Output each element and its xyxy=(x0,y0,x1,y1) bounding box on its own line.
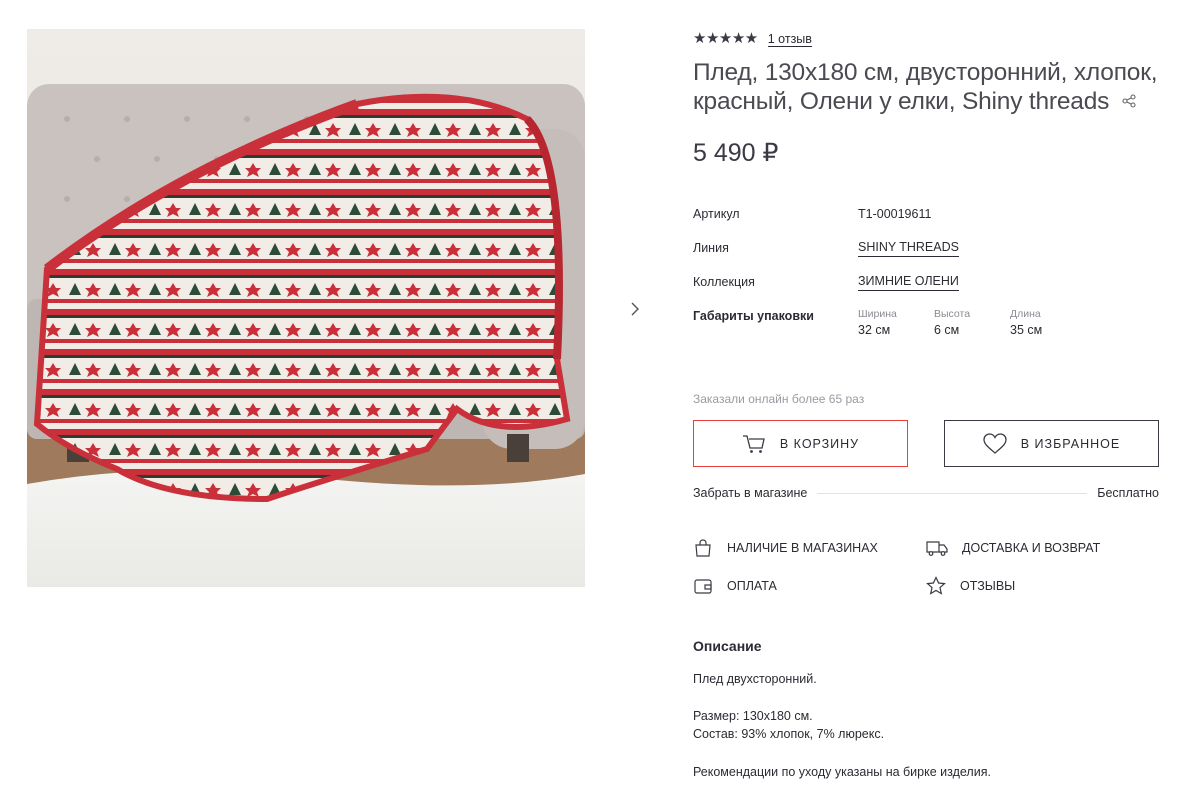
product-price: 5 490 ₽ xyxy=(693,139,779,167)
heart-icon xyxy=(983,432,1007,454)
pickup-value: Бесплатно xyxy=(1097,486,1159,500)
star-icon xyxy=(926,576,946,595)
stores-availability-label: НАЛИЧИЕ В МАГАЗИНАХ xyxy=(727,541,878,555)
add-to-favorites-label: В ИЗБРАННОЕ xyxy=(1020,436,1121,451)
dim-label: Ширина xyxy=(858,308,897,320)
chevron-right-icon xyxy=(631,302,639,316)
add-to-cart-button[interactable]: В КОРЗИНУ xyxy=(693,420,908,467)
product-photo[interactable] xyxy=(27,29,585,587)
dim-value: 35 см xyxy=(1010,323,1043,337)
dim-label: Высота xyxy=(934,308,971,320)
spec-value-article: T1-00019611 xyxy=(858,207,932,221)
payment-link[interactable]: ОПЛАТА xyxy=(693,576,777,596)
add-to-favorites-button[interactable]: В ИЗБРАННОЕ xyxy=(944,420,1159,467)
spec-label: Коллекция xyxy=(693,275,755,289)
pickup-row: Забрать в магазине Бесплатно xyxy=(693,486,1159,500)
payment-label: ОПЛАТА xyxy=(727,579,777,593)
spec-row-collection: Коллекция ЗИМНИЕ ОЛЕНИ xyxy=(693,273,1153,307)
rating-row: ★★★★★ 1 отзыв xyxy=(693,30,812,48)
wallet-icon xyxy=(694,579,712,594)
dim-width: Ширина 32 см xyxy=(858,307,934,339)
gallery-next-button[interactable] xyxy=(624,296,646,322)
dim-length: Длина 35 см xyxy=(1010,307,1086,339)
delivery-return-link[interactable]: ДОСТАВКА И ВОЗВРАТ xyxy=(926,538,1100,558)
product-title: Плед, 130x180 см, двусторонний, хлопок, … xyxy=(693,58,1173,116)
spec-row-article: Артикул T1-00019611 xyxy=(693,205,1153,239)
spec-row-line: Линия SHINY THREADS xyxy=(693,239,1153,273)
rating-stars-text: ★★★★★ xyxy=(693,30,758,47)
dim-value: 6 см xyxy=(934,323,960,337)
truck-icon xyxy=(926,541,948,556)
specs-table: Артикул T1-00019611 Линия SHINY THREADS … xyxy=(693,205,1153,351)
dim-label: Длина xyxy=(1010,308,1041,320)
reviews-section-label: ОТЗЫВЫ xyxy=(960,579,1016,593)
description-line: Размер: 130x180 см. xyxy=(693,709,813,723)
pickup-label: Забрать в магазине xyxy=(693,486,808,500)
description-line: Состав: 93% хлопок, 7% люрекс. xyxy=(693,727,885,741)
dim-value: 32 см xyxy=(858,323,891,337)
spec-label: Габариты упаковки xyxy=(693,309,814,323)
share-icon[interactable] xyxy=(1122,93,1136,108)
spec-label: Линия xyxy=(693,241,729,255)
spec-row-package: Габариты упаковки Ширина 32 см Высота 6 … xyxy=(693,307,1153,351)
reviews-section-link[interactable]: ОТЗЫВЫ xyxy=(926,576,1015,596)
spec-label: Артикул xyxy=(693,207,740,221)
description-line: Плед двухсторонний. xyxy=(693,672,817,686)
product-title-text: Плед, 130x180 см, двусторонний, хлопок, … xyxy=(693,59,1158,115)
description-line: Рекомендации по уходу указаны на бирке и… xyxy=(693,765,991,779)
ordered-count-text: Заказали онлайн более 65 раз xyxy=(693,392,865,406)
stores-availability-link[interactable]: НАЛИЧИЕ В МАГАЗИНАХ xyxy=(693,538,878,558)
cart-icon xyxy=(742,434,765,453)
package-dimensions: Ширина 32 см Высота 6 см Длина 35 см xyxy=(858,307,1086,339)
spec-link-collection[interactable]: ЗИМНИЕ ОЛЕНИ xyxy=(858,273,959,291)
dim-height: Высота 6 см xyxy=(934,307,1010,339)
description-title: Описание xyxy=(693,638,762,654)
reviews-link[interactable]: 1 отзыв xyxy=(767,32,812,47)
spec-link-line[interactable]: SHINY THREADS xyxy=(858,239,959,257)
pickup-divider xyxy=(817,492,1088,494)
delivery-return-label: ДОСТАВКА И ВОЗВРАТ xyxy=(962,541,1101,555)
shopping-bag-icon xyxy=(695,539,711,557)
add-to-cart-label: В КОРЗИНУ xyxy=(779,436,860,451)
rating-stars: ★★★★★ xyxy=(693,30,758,48)
